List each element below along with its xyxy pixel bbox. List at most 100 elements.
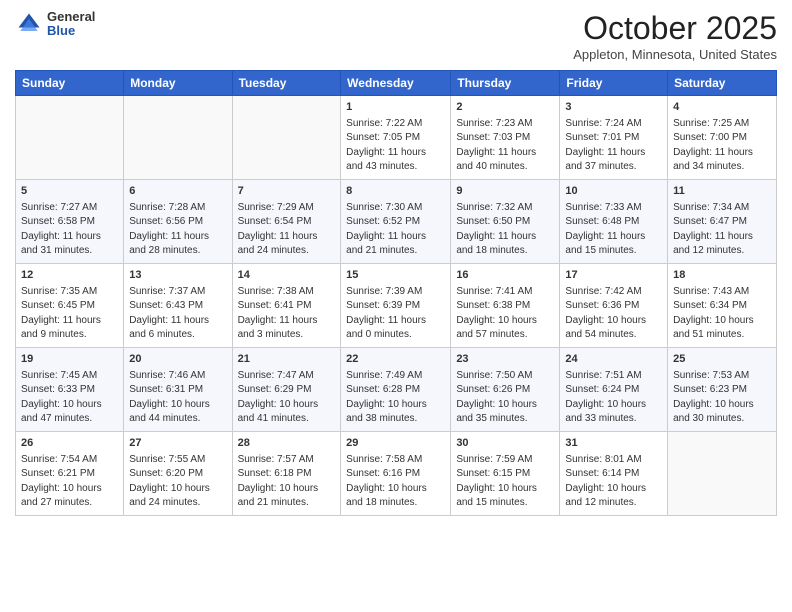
- day-number: 13: [129, 268, 226, 284]
- calendar-cell: 16Sunrise: 7:41 AMSunset: 6:38 PMDayligh…: [451, 263, 560, 347]
- calendar-cell: 11Sunrise: 7:34 AMSunset: 6:47 PMDayligh…: [668, 179, 777, 263]
- calendar-cell: 21Sunrise: 7:47 AMSunset: 6:29 PMDayligh…: [232, 347, 341, 431]
- calendar-table: Sunday Monday Tuesday Wednesday Thursday…: [15, 70, 777, 516]
- calendar-cell: 6Sunrise: 7:28 AMSunset: 6:56 PMDaylight…: [124, 179, 232, 263]
- title-block: October 2025 Appleton, Minnesota, United…: [573, 10, 777, 62]
- day-info: Sunrise: 7:24 AMSunset: 7:01 PMDaylight:…: [565, 117, 662, 175]
- day-info: Sunrise: 7:49 AMSunset: 6:28 PMDaylight:…: [346, 369, 445, 427]
- day-number: 26: [21, 436, 118, 452]
- calendar-cell: 22Sunrise: 7:49 AMSunset: 6:28 PMDayligh…: [341, 347, 451, 431]
- day-number: 19: [21, 352, 118, 368]
- day-number: 5: [21, 184, 118, 200]
- day-info: Sunrise: 7:55 AMSunset: 6:20 PMDaylight:…: [129, 453, 226, 511]
- calendar-cell: [16, 96, 124, 180]
- calendar-subtitle: Appleton, Minnesota, United States: [573, 47, 777, 62]
- day-number: 7: [238, 184, 336, 200]
- day-info: Sunrise: 7:45 AMSunset: 6:33 PMDaylight:…: [21, 369, 118, 427]
- calendar-cell: 18Sunrise: 7:43 AMSunset: 6:34 PMDayligh…: [668, 263, 777, 347]
- calendar-cell: 14Sunrise: 7:38 AMSunset: 6:41 PMDayligh…: [232, 263, 341, 347]
- day-number: 4: [673, 100, 771, 116]
- calendar-cell: 3Sunrise: 7:24 AMSunset: 7:01 PMDaylight…: [560, 96, 668, 180]
- day-number: 16: [456, 268, 554, 284]
- day-number: 3: [565, 100, 662, 116]
- header-row: Sunday Monday Tuesday Wednesday Thursday…: [16, 71, 777, 96]
- week-row-3: 12Sunrise: 7:35 AMSunset: 6:45 PMDayligh…: [16, 263, 777, 347]
- day-number: 29: [346, 436, 445, 452]
- col-monday: Monday: [124, 71, 232, 96]
- calendar-cell: 20Sunrise: 7:46 AMSunset: 6:31 PMDayligh…: [124, 347, 232, 431]
- logo-general: General: [47, 10, 95, 24]
- day-info: Sunrise: 7:57 AMSunset: 6:18 PMDaylight:…: [238, 453, 336, 511]
- day-number: 17: [565, 268, 662, 284]
- day-info: Sunrise: 7:25 AMSunset: 7:00 PMDaylight:…: [673, 117, 771, 175]
- calendar-header: Sunday Monday Tuesday Wednesday Thursday…: [16, 71, 777, 96]
- calendar-cell: 27Sunrise: 7:55 AMSunset: 6:20 PMDayligh…: [124, 431, 232, 515]
- calendar-cell: 28Sunrise: 7:57 AMSunset: 6:18 PMDayligh…: [232, 431, 341, 515]
- calendar-cell: 23Sunrise: 7:50 AMSunset: 6:26 PMDayligh…: [451, 347, 560, 431]
- day-info: Sunrise: 7:53 AMSunset: 6:23 PMDaylight:…: [673, 369, 771, 427]
- header: General Blue October 2025 Appleton, Minn…: [15, 10, 777, 62]
- day-number: 30: [456, 436, 554, 452]
- calendar-cell: 17Sunrise: 7:42 AMSunset: 6:36 PMDayligh…: [560, 263, 668, 347]
- calendar-cell: 31Sunrise: 8:01 AMSunset: 6:14 PMDayligh…: [560, 431, 668, 515]
- day-info: Sunrise: 7:41 AMSunset: 6:38 PMDaylight:…: [456, 285, 554, 343]
- col-wednesday: Wednesday: [341, 71, 451, 96]
- day-info: Sunrise: 7:28 AMSunset: 6:56 PMDaylight:…: [129, 201, 226, 259]
- week-row-1: 1Sunrise: 7:22 AMSunset: 7:05 PMDaylight…: [16, 96, 777, 180]
- day-number: 2: [456, 100, 554, 116]
- calendar-cell: 19Sunrise: 7:45 AMSunset: 6:33 PMDayligh…: [16, 347, 124, 431]
- day-info: Sunrise: 7:50 AMSunset: 6:26 PMDaylight:…: [456, 369, 554, 427]
- calendar-cell: 15Sunrise: 7:39 AMSunset: 6:39 PMDayligh…: [341, 263, 451, 347]
- day-info: Sunrise: 7:27 AMSunset: 6:58 PMDaylight:…: [21, 201, 118, 259]
- day-info: Sunrise: 8:01 AMSunset: 6:14 PMDaylight:…: [565, 453, 662, 511]
- day-info: Sunrise: 7:37 AMSunset: 6:43 PMDaylight:…: [129, 285, 226, 343]
- day-number: 18: [673, 268, 771, 284]
- day-number: 1: [346, 100, 445, 116]
- calendar-cell: 5Sunrise: 7:27 AMSunset: 6:58 PMDaylight…: [16, 179, 124, 263]
- page: General Blue October 2025 Appleton, Minn…: [0, 0, 792, 612]
- col-tuesday: Tuesday: [232, 71, 341, 96]
- calendar-cell: 12Sunrise: 7:35 AMSunset: 6:45 PMDayligh…: [16, 263, 124, 347]
- day-number: 28: [238, 436, 336, 452]
- calendar-cell: [232, 96, 341, 180]
- day-number: 14: [238, 268, 336, 284]
- day-number: 9: [456, 184, 554, 200]
- logo-icon: [15, 10, 43, 38]
- day-info: Sunrise: 7:43 AMSunset: 6:34 PMDaylight:…: [673, 285, 771, 343]
- day-info: Sunrise: 7:23 AMSunset: 7:03 PMDaylight:…: [456, 117, 554, 175]
- day-number: 24: [565, 352, 662, 368]
- day-info: Sunrise: 7:46 AMSunset: 6:31 PMDaylight:…: [129, 369, 226, 427]
- calendar-cell: 24Sunrise: 7:51 AMSunset: 6:24 PMDayligh…: [560, 347, 668, 431]
- day-info: Sunrise: 7:30 AMSunset: 6:52 PMDaylight:…: [346, 201, 445, 259]
- calendar-cell: 2Sunrise: 7:23 AMSunset: 7:03 PMDaylight…: [451, 96, 560, 180]
- day-info: Sunrise: 7:39 AMSunset: 6:39 PMDaylight:…: [346, 285, 445, 343]
- day-number: 6: [129, 184, 226, 200]
- calendar-cell: 29Sunrise: 7:58 AMSunset: 6:16 PMDayligh…: [341, 431, 451, 515]
- day-number: 31: [565, 436, 662, 452]
- calendar-cell: 30Sunrise: 7:59 AMSunset: 6:15 PMDayligh…: [451, 431, 560, 515]
- col-friday: Friday: [560, 71, 668, 96]
- day-number: 25: [673, 352, 771, 368]
- day-info: Sunrise: 7:38 AMSunset: 6:41 PMDaylight:…: [238, 285, 336, 343]
- day-info: Sunrise: 7:58 AMSunset: 6:16 PMDaylight:…: [346, 453, 445, 511]
- calendar-title: October 2025: [573, 10, 777, 47]
- day-info: Sunrise: 7:47 AMSunset: 6:29 PMDaylight:…: [238, 369, 336, 427]
- day-number: 8: [346, 184, 445, 200]
- day-info: Sunrise: 7:33 AMSunset: 6:48 PMDaylight:…: [565, 201, 662, 259]
- calendar-cell: 26Sunrise: 7:54 AMSunset: 6:21 PMDayligh…: [16, 431, 124, 515]
- day-number: 20: [129, 352, 226, 368]
- day-info: Sunrise: 7:34 AMSunset: 6:47 PMDaylight:…: [673, 201, 771, 259]
- week-row-5: 26Sunrise: 7:54 AMSunset: 6:21 PMDayligh…: [16, 431, 777, 515]
- calendar-cell: 10Sunrise: 7:33 AMSunset: 6:48 PMDayligh…: [560, 179, 668, 263]
- day-info: Sunrise: 7:22 AMSunset: 7:05 PMDaylight:…: [346, 117, 445, 175]
- calendar-cell: 13Sunrise: 7:37 AMSunset: 6:43 PMDayligh…: [124, 263, 232, 347]
- logo: General Blue: [15, 10, 95, 39]
- day-info: Sunrise: 7:51 AMSunset: 6:24 PMDaylight:…: [565, 369, 662, 427]
- day-number: 12: [21, 268, 118, 284]
- calendar-cell: 25Sunrise: 7:53 AMSunset: 6:23 PMDayligh…: [668, 347, 777, 431]
- calendar-cell: 9Sunrise: 7:32 AMSunset: 6:50 PMDaylight…: [451, 179, 560, 263]
- calendar-cell: 1Sunrise: 7:22 AMSunset: 7:05 PMDaylight…: [341, 96, 451, 180]
- calendar-cell: 8Sunrise: 7:30 AMSunset: 6:52 PMDaylight…: [341, 179, 451, 263]
- calendar-body: 1Sunrise: 7:22 AMSunset: 7:05 PMDaylight…: [16, 96, 777, 516]
- calendar-cell: 7Sunrise: 7:29 AMSunset: 6:54 PMDaylight…: [232, 179, 341, 263]
